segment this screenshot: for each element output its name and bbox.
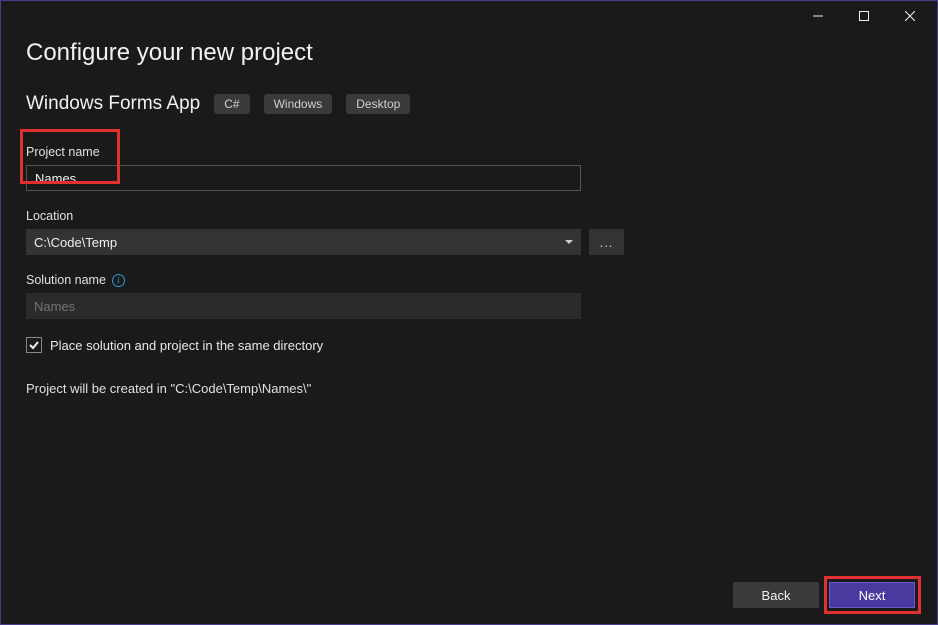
location-label: Location bbox=[26, 209, 912, 223]
maximize-icon bbox=[859, 11, 869, 21]
location-select[interactable]: C:\Code\Temp bbox=[26, 229, 581, 255]
info-icon[interactable]: i bbox=[112, 274, 125, 287]
content-area: Configure your new project Windows Forms… bbox=[1, 31, 937, 396]
page-title: Configure your new project bbox=[26, 39, 912, 67]
location-value: C:\Code\Temp bbox=[34, 235, 565, 250]
footer-buttons: Back Next bbox=[733, 582, 915, 608]
creation-path-info: Project will be created in "C:\Code\Temp… bbox=[26, 381, 912, 396]
chevron-down-icon bbox=[565, 240, 573, 244]
solution-name-label-text: Solution name bbox=[26, 273, 106, 287]
tag-windows: Windows bbox=[264, 94, 333, 114]
back-button[interactable]: Back bbox=[733, 582, 819, 608]
close-button[interactable] bbox=[887, 1, 933, 31]
titlebar bbox=[1, 1, 937, 31]
minimize-icon bbox=[813, 11, 823, 21]
next-button[interactable]: Next bbox=[829, 582, 915, 608]
same-directory-label: Place solution and project in the same d… bbox=[50, 338, 323, 353]
template-name: Windows Forms App bbox=[26, 93, 200, 115]
browse-button[interactable]: ... bbox=[589, 229, 624, 255]
maximize-button[interactable] bbox=[841, 1, 887, 31]
solution-name-group: Solution name i bbox=[26, 273, 912, 319]
minimize-button[interactable] bbox=[795, 1, 841, 31]
solution-name-input bbox=[26, 293, 581, 319]
tag-csharp: C# bbox=[214, 94, 249, 114]
solution-name-label: Solution name i bbox=[26, 273, 912, 287]
project-name-input[interactable] bbox=[26, 165, 581, 191]
location-group: Location C:\Code\Temp ... bbox=[26, 209, 912, 255]
template-row: Windows Forms App C# Windows Desktop bbox=[26, 93, 912, 115]
close-icon bbox=[905, 11, 915, 21]
checkmark-icon bbox=[29, 340, 39, 350]
same-directory-checkbox[interactable] bbox=[26, 337, 42, 353]
project-name-label: Project name bbox=[26, 145, 912, 159]
tag-desktop: Desktop bbox=[346, 94, 410, 114]
same-directory-row: Place solution and project in the same d… bbox=[26, 337, 912, 353]
project-name-group: Project name bbox=[26, 145, 912, 191]
